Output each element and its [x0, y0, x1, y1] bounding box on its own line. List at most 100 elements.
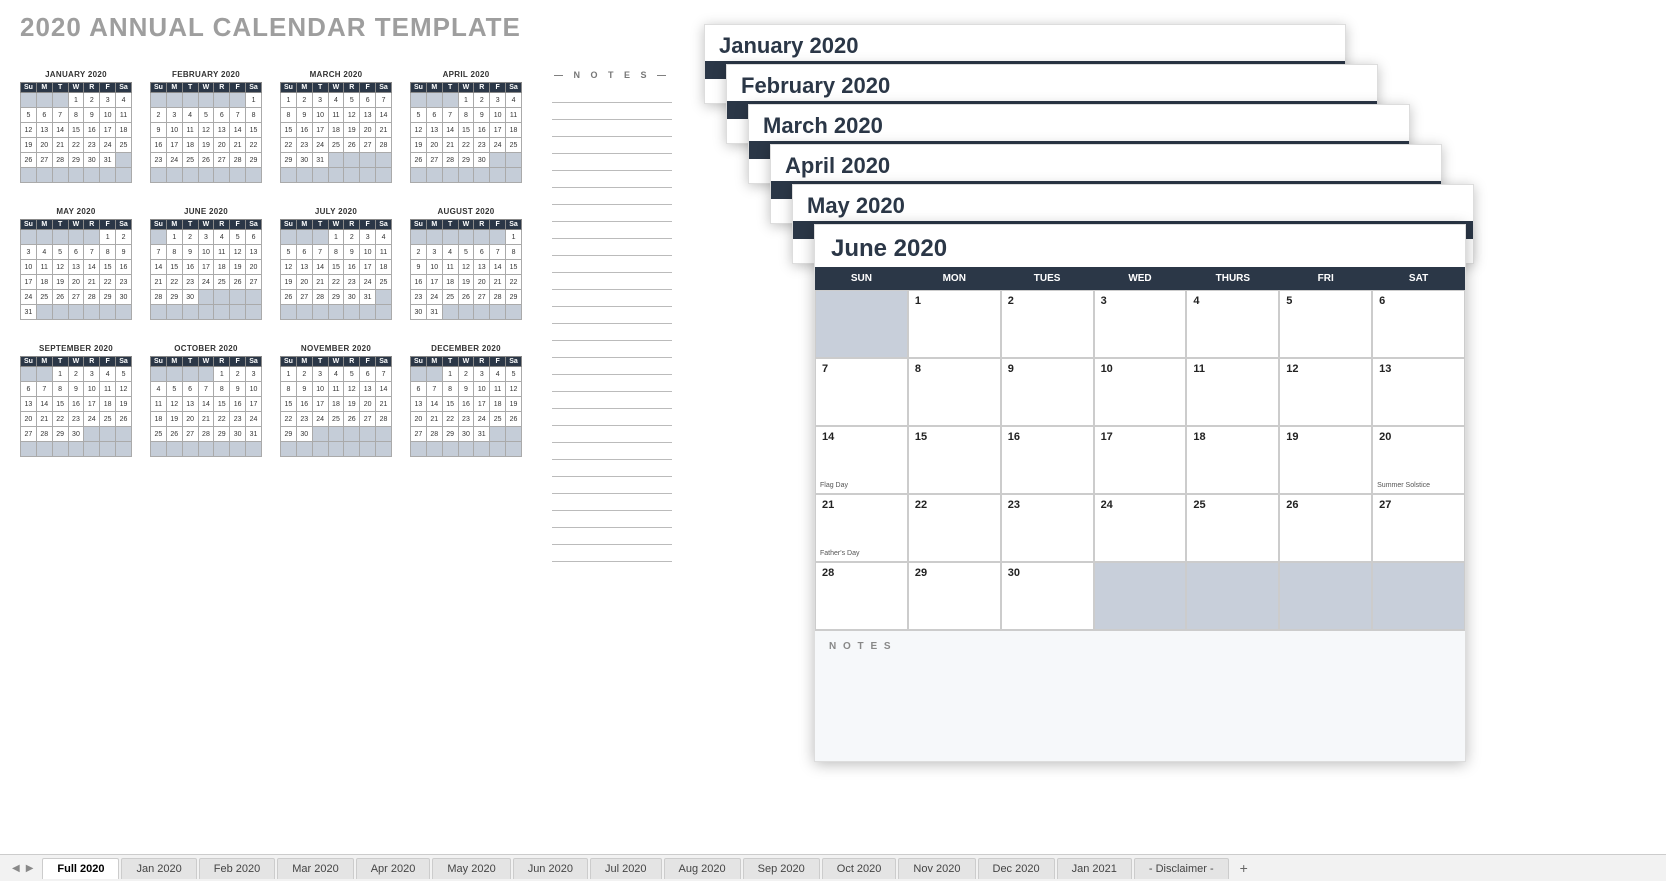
mini-day-header: W	[68, 83, 84, 93]
calendar-day-cell[interactable]: 4	[1186, 290, 1279, 358]
calendar-day-cell[interactable]: 1	[908, 290, 1001, 358]
calendar-day-cell[interactable]: 8	[908, 358, 1001, 426]
calendar-day-cell[interactable]: 2	[1001, 290, 1094, 358]
mini-day-cell: 9	[68, 382, 84, 397]
mini-day-header: Su	[281, 357, 297, 367]
sheet-tab[interactable]: Dec 2020	[978, 858, 1055, 879]
mini-day-cell: 21	[230, 138, 246, 153]
mini-day-header: Su	[151, 220, 167, 230]
mini-day-cell: 17	[166, 138, 182, 153]
mini-day-cell: 25	[328, 412, 344, 427]
calendar-day-cell[interactable]: 29	[908, 562, 1001, 630]
sheet-tab[interactable]: Sep 2020	[743, 858, 820, 879]
calendar-day-cell[interactable]: 22	[908, 494, 1001, 562]
mini-day-cell: 28	[376, 412, 392, 427]
month-notes[interactable]: N O T E S	[815, 630, 1465, 761]
mini-day-cell	[52, 442, 68, 457]
mini-day-cell	[84, 168, 100, 183]
mini-day-cell	[296, 442, 312, 457]
mini-day-cell: 10	[84, 382, 100, 397]
sheet-tab[interactable]: Jul 2020	[590, 858, 662, 879]
calendar-day-cell[interactable]: 24	[1094, 494, 1187, 562]
calendar-day-cell[interactable]: 15	[908, 426, 1001, 494]
mini-day-cell	[474, 442, 490, 457]
notes-line	[552, 409, 672, 426]
tab-prev-icon[interactable]: ◀	[12, 863, 20, 874]
mini-day-cell	[116, 153, 132, 168]
sheet-tab[interactable]: Mar 2020	[277, 858, 353, 879]
sheet-tab[interactable]: Oct 2020	[822, 858, 897, 879]
mini-day-cell: 13	[360, 382, 376, 397]
sheet-tab[interactable]: - Disclaimer -	[1134, 858, 1229, 879]
mini-day-cell	[214, 305, 230, 320]
calendar-day-cell[interactable]: 10	[1094, 358, 1187, 426]
mini-day-cell: 30	[296, 153, 312, 168]
calendar-day-cell[interactable]: 6	[1372, 290, 1465, 358]
calendar-day-cell[interactable]: 30	[1001, 562, 1094, 630]
calendar-day-cell[interactable]: 12	[1279, 358, 1372, 426]
mini-day-cell: 29	[458, 153, 474, 168]
calendar-day-cell[interactable]: 26	[1279, 494, 1372, 562]
mini-day-cell: 5	[458, 245, 474, 260]
mini-day-cell: 14	[376, 382, 392, 397]
mini-day-cell	[360, 168, 376, 183]
sheet-tab[interactable]: Feb 2020	[199, 858, 275, 879]
calendar-day-cell[interactable]: 3	[1094, 290, 1187, 358]
calendar-day-cell[interactable]: 18	[1186, 426, 1279, 494]
mini-day-cell: 1	[52, 367, 68, 382]
mini-day-cell: 19	[411, 138, 427, 153]
day-number: 27	[1373, 495, 1464, 515]
calendar-day-cell[interactable]: 21Father's Day	[815, 494, 908, 562]
mini-day-cell: 10	[198, 245, 214, 260]
mini-day-cell	[442, 230, 458, 245]
calendar-day-cell[interactable]: 17	[1094, 426, 1187, 494]
calendar-day-cell[interactable]: 13	[1372, 358, 1465, 426]
mini-day-cell: 21	[52, 138, 68, 153]
calendar-day-cell[interactable]: 11	[1186, 358, 1279, 426]
sheet-tabbar: ◀ ▶ Full 2020Jan 2020Feb 2020Mar 2020Apr…	[0, 854, 1666, 881]
calendar-day-cell[interactable]: 9	[1001, 358, 1094, 426]
calendar-day-cell[interactable]: 25	[1186, 494, 1279, 562]
mini-day-cell: 1	[328, 230, 344, 245]
calendar-day-cell[interactable]: 16	[1001, 426, 1094, 494]
mini-day-cell: 6	[36, 108, 52, 123]
calendar-day-cell[interactable]: 23	[1001, 494, 1094, 562]
mini-day-cell: 12	[281, 260, 297, 275]
day-number: 28	[816, 563, 907, 583]
calendar-day-cell[interactable]: 7	[815, 358, 908, 426]
mini-day-cell	[36, 168, 52, 183]
mini-day-cell	[230, 305, 246, 320]
mini-day-cell: 12	[198, 123, 214, 138]
mini-day-header: W	[328, 357, 344, 367]
calendar-day-cell[interactable]: 20Summer Solstice	[1372, 426, 1465, 494]
tab-next-icon[interactable]: ▶	[26, 863, 34, 874]
mini-day-cell: 30	[296, 427, 312, 442]
day-number: 13	[1373, 359, 1464, 379]
mini-day-cell: 14	[442, 123, 458, 138]
calendar-day-cell[interactable]: 19	[1279, 426, 1372, 494]
sheet-tab[interactable]: Jun 2020	[513, 858, 588, 879]
sheet-tab[interactable]: Jan 2020	[121, 858, 196, 879]
mini-day-cell: 29	[52, 427, 68, 442]
mini-day-cell: 11	[506, 108, 522, 123]
calendar-day-cell	[815, 290, 908, 358]
sheet-tab[interactable]: Jan 2021	[1057, 858, 1132, 879]
calendar-day-cell[interactable]: 14Flag Day	[815, 426, 908, 494]
mini-day-cell: 24	[490, 138, 506, 153]
mini-day-cell: 2	[116, 230, 132, 245]
sheet-tab[interactable]: Nov 2020	[898, 858, 975, 879]
mini-day-cell: 19	[52, 275, 68, 290]
calendar-day-cell[interactable]: 28	[815, 562, 908, 630]
sheet-tab[interactable]: May 2020	[432, 858, 510, 879]
mini-day-cell: 5	[344, 93, 360, 108]
mini-day-header: W	[328, 83, 344, 93]
mini-day-cell	[328, 153, 344, 168]
mini-day-header: T	[442, 83, 458, 93]
mini-day-cell: 29	[506, 290, 522, 305]
add-sheet-button[interactable]: +	[1230, 858, 1258, 878]
sheet-tab[interactable]: Apr 2020	[356, 858, 431, 879]
calendar-day-cell[interactable]: 27	[1372, 494, 1465, 562]
sheet-tab[interactable]: Full 2020	[42, 858, 119, 879]
calendar-day-cell[interactable]: 5	[1279, 290, 1372, 358]
sheet-tab[interactable]: Aug 2020	[664, 858, 741, 879]
